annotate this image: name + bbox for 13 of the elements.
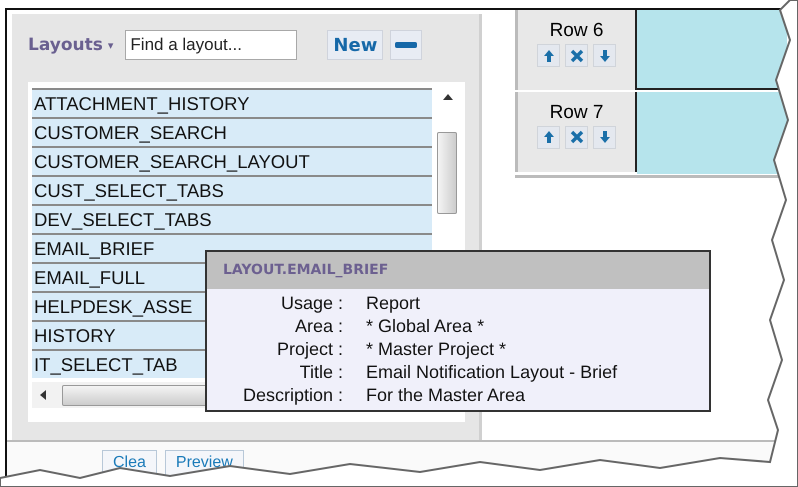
tooltip-title: LAYOUT.EMAIL_BRIEF	[207, 252, 709, 289]
field-value: Email Notification Layout - Brief	[366, 362, 618, 383]
field-label: Project :	[276, 339, 343, 360]
field-value: * Master Project *	[366, 339, 508, 360]
field-value: * Global Area *	[366, 316, 486, 337]
field-value: For the Master Area	[366, 385, 526, 406]
row-label: Row 6	[550, 20, 604, 42]
field-label: Area :	[294, 316, 343, 337]
field-value: Report	[366, 293, 422, 314]
field-label: Description :	[242, 385, 343, 406]
row-label: Row 7	[550, 102, 604, 124]
field-label: Title :	[298, 362, 343, 383]
field-label: Usage :	[280, 293, 343, 314]
